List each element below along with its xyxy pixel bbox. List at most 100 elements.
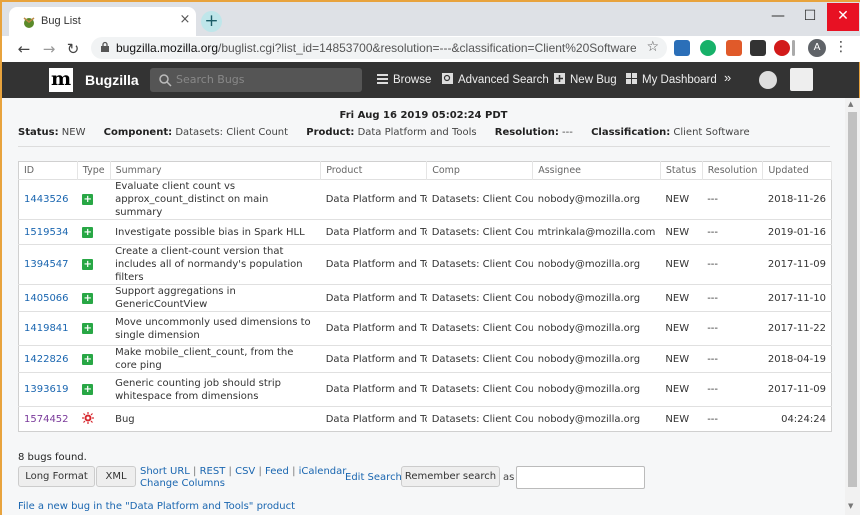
bug-resolution: --- <box>702 345 763 373</box>
column-header-id[interactable]: ID <box>18 161 78 180</box>
remember-search-name-input[interactable] <box>516 466 645 489</box>
reload-button[interactable]: ↻ <box>64 40 82 58</box>
user-avatar[interactable] <box>790 68 813 91</box>
bug-id-link[interactable]: 1405066 <box>18 284 78 312</box>
bug-assignee: nobody@mozilla.org <box>532 345 661 373</box>
bug-rows: 1443526 + Evaluate client count vs approx_… <box>18 179 832 432</box>
column-header-updated[interactable]: Updated <box>762 161 832 180</box>
bug-id-link[interactable]: 1519534 <box>18 219 78 245</box>
browser-tab[interactable]: Bug List × <box>9 7 196 36</box>
adblock-icon[interactable] <box>774 40 790 56</box>
advanced-search-icon <box>442 73 453 84</box>
address-bar[interactable]: bugzilla.mozilla.org/buglist.cgi?list_id… <box>91 37 667 59</box>
minimize-button[interactable]: — <box>762 3 794 31</box>
bookmark-star-icon[interactable]: ☆ <box>646 39 659 55</box>
bug-summary-link[interactable]: Move uncommonly used dimensions to singl… <box>110 311 321 346</box>
extension-icon[interactable] <box>726 40 742 56</box>
scrollbar-thumb[interactable] <box>848 112 857 487</box>
extension-icon[interactable] <box>674 40 690 56</box>
column-header-summary[interactable]: Summary <box>110 161 322 180</box>
nav-my-dashboard[interactable]: My Dashboard <box>626 73 717 86</box>
profile-avatar[interactable]: A <box>808 39 826 57</box>
lock-icon <box>101 41 109 52</box>
search-criteria: Status: NEW Component: Datasets: Client … <box>18 127 750 138</box>
mozilla-logo[interactable]: m <box>49 68 73 92</box>
bug-status: NEW <box>660 179 703 220</box>
export-links: Short URL | REST | CSV | Feed | iCalenda… <box>140 466 346 490</box>
column-header-type[interactable]: Type <box>77 161 111 180</box>
search-placeholder: Search Bugs <box>176 73 245 86</box>
bug-status: NEW <box>660 311 703 346</box>
bug-id-link[interactable]: 1419841 <box>18 311 78 346</box>
long-format-button[interactable]: Long Format <box>18 466 95 487</box>
rest-link[interactable]: REST <box>200 466 226 477</box>
defect-bug-icon <box>82 411 95 424</box>
column-header-product[interactable]: Product <box>320 161 428 180</box>
bug-product: Data Platform and To <box>320 406 427 432</box>
menu-kebab-icon[interactable]: ⋮ <box>834 39 848 55</box>
nav-new-bug[interactable]: New Bug <box>554 73 617 86</box>
bug-summary-link[interactable]: Bug <box>110 406 321 432</box>
nav-browse[interactable]: Browse <box>377 73 431 86</box>
bug-summary-link[interactable]: Investigate possible bias in Spark HLL <box>110 219 321 245</box>
quick-search-input[interactable]: Search Bugs <box>150 68 362 92</box>
bug-product: Data Platform and To <box>320 179 427 220</box>
bug-id-link[interactable]: 1443526 <box>18 179 78 220</box>
new-tab-button[interactable]: + <box>201 11 222 32</box>
column-header-assignee[interactable]: Assignee <box>532 161 661 180</box>
bug-status: NEW <box>660 406 703 432</box>
nav-advanced-search[interactable]: Advanced Search <box>442 73 549 86</box>
bug-summary-link[interactable]: Evaluate client count vs approx_count_di… <box>110 179 321 220</box>
search-timestamp: Fri Aug 16 2019 05:02:24 PDT <box>339 110 508 121</box>
divider <box>18 146 830 147</box>
forward-button[interactable]: → <box>40 40 58 58</box>
xml-button[interactable]: XML <box>96 466 136 487</box>
scroll-up-icon[interactable]: ▲ <box>848 100 853 108</box>
feed-link[interactable]: Feed <box>265 466 289 477</box>
notifications-bell-icon[interactable] <box>759 71 777 89</box>
bug-component: Datasets: Client Cou <box>426 406 533 432</box>
column-header-comp[interactable]: Comp <box>426 161 534 180</box>
remember-search-button[interactable]: Remember search <box>401 466 500 487</box>
file-new-bug-link[interactable]: File a new bug in the "Data Platform and… <box>18 501 295 512</box>
link-separator: | <box>292 466 296 477</box>
bug-id-link[interactable]: 1394547 <box>18 244 78 285</box>
bug-summary-link[interactable]: Generic counting job should strip whites… <box>110 372 321 407</box>
grammarly-icon[interactable] <box>700 40 716 56</box>
bug-summary-link[interactable]: Make mobile_client_count, from the core … <box>110 345 321 373</box>
table-row: 1419841 + Move uncommonly used dimensions … <box>18 311 832 346</box>
enhancement-plus-icon: + <box>82 353 94 365</box>
bug-resolution: --- <box>702 244 763 285</box>
nav-more[interactable]: » <box>724 70 731 85</box>
bug-assignee: nobody@mozilla.org <box>532 311 661 346</box>
bug-id-link[interactable]: 1393619 <box>18 372 78 407</box>
tab-close-icon[interactable]: × <box>177 12 193 28</box>
bug-assignee: nobody@mozilla.org <box>532 372 661 407</box>
edit-search-link[interactable]: Edit Search <box>345 472 402 483</box>
brand-name[interactable]: Bugzilla <box>85 72 139 88</box>
main-content: Fri Aug 16 2019 05:02:24 PDT Status: NEW… <box>2 98 845 515</box>
back-button[interactable]: ← <box>15 40 33 58</box>
bug-id-link[interactable]: 1422826 <box>18 345 78 373</box>
short-url-link[interactable]: Short URL <box>140 466 190 477</box>
bug-id-link[interactable]: 1574452 <box>18 406 78 432</box>
tab-title: Bug List <box>41 15 81 27</box>
column-header-resolution[interactable]: Resolution <box>702 161 764 180</box>
bug-type-icon: + <box>77 284 111 312</box>
column-header-status[interactable]: Status <box>660 161 703 180</box>
page-scrollbar[interactable]: ▲ ▼ <box>845 98 860 515</box>
bug-summary-link[interactable]: Support aggregations in GenericCountView <box>110 284 321 312</box>
csv-link[interactable]: CSV <box>235 466 255 477</box>
bug-summary-link[interactable]: Create a client-count version that inclu… <box>110 244 321 285</box>
bug-updated: 2017-11-09 <box>762 244 832 285</box>
change-columns-link[interactable]: Change Columns <box>140 478 225 489</box>
maximize-button[interactable]: ☐ <box>794 3 826 31</box>
bug-component: Datasets: Client Cou <box>426 244 533 285</box>
scroll-down-icon[interactable]: ▼ <box>848 502 853 510</box>
mail-extension-icon[interactable] <box>750 40 766 56</box>
title-bar: Bug List × + — ☐ ✕ <box>2 2 860 36</box>
bug-type-icon: + <box>77 219 111 245</box>
window-close-button[interactable]: ✕ <box>827 3 859 31</box>
icalendar-link[interactable]: iCalendar <box>299 466 347 477</box>
enhancement-plus-icon: + <box>82 323 94 334</box>
